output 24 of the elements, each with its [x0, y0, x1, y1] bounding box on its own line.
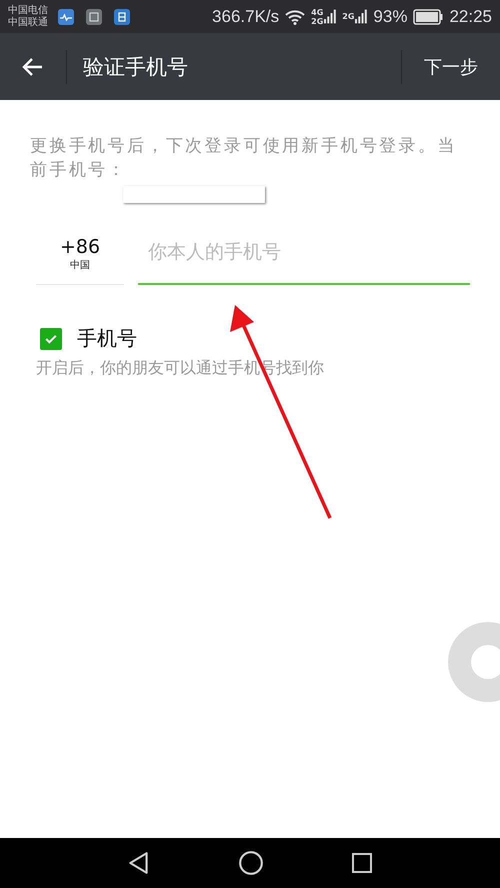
country-code-selector[interactable]: +86 中国	[36, 230, 124, 285]
network-speed: 366.7K/s	[212, 6, 280, 26]
page-title: 验证手机号	[82, 54, 189, 80]
battery-percent: 93%	[373, 6, 408, 26]
wifi-icon	[285, 8, 306, 24]
carrier-name: 中国联通	[8, 16, 48, 28]
gallery-app-icon	[86, 8, 102, 24]
clock: 22:25	[449, 6, 492, 26]
next-step-button[interactable]: 下一步	[402, 33, 500, 100]
network-type-label: 2G	[342, 12, 354, 21]
network-type-label: 4G	[311, 8, 324, 16]
option-label: 手机号	[77, 325, 137, 352]
notes-app-icon	[114, 8, 130, 24]
network-type-label: 2G	[311, 16, 324, 26]
phone-number-field[interactable]: 你本人的手机号	[138, 230, 470, 285]
signal-icon	[324, 9, 336, 24]
signal-icon	[355, 9, 368, 24]
battery-icon	[413, 8, 444, 24]
health-app-icon	[58, 8, 74, 24]
carrier-name: 中国电信	[8, 4, 48, 16]
notice-text: 更换手机号后，下次登录可使用新手机号登录。当前手机号：	[30, 135, 458, 182]
checkbox[interactable]	[40, 328, 62, 350]
recent-apps-icon[interactable]	[350, 851, 374, 875]
home-icon[interactable]	[238, 850, 264, 876]
